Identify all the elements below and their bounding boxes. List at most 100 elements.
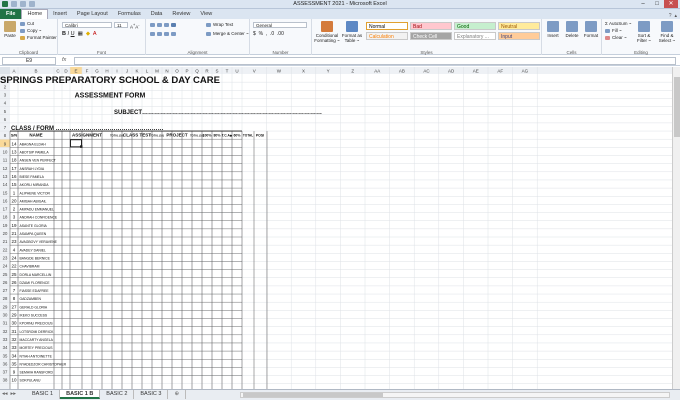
sheet-nav-arrows[interactable]: ◂◂ ▸▸ <box>2 391 16 397</box>
row-header[interactable]: 21 <box>3 239 8 244</box>
row-header[interactable]: 33 <box>3 337 8 342</box>
row-header[interactable]: 28 <box>3 296 8 301</box>
row-header[interactable]: 34 <box>3 345 8 350</box>
close-icon[interactable]: ✕ <box>664 0 678 8</box>
student-sn[interactable]: 34 <box>11 353 17 358</box>
row-header[interactable]: 38 <box>3 378 8 383</box>
student-name[interactable]: GERALD GLORIA <box>20 305 48 309</box>
student-sn[interactable]: 24 <box>11 255 17 260</box>
student-sn[interactable]: 22 <box>11 264 17 269</box>
column-header[interactable]: V <box>253 69 256 74</box>
row-header[interactable]: 17 <box>3 207 8 212</box>
paste-button[interactable]: Paste <box>2 21 18 38</box>
cell-style-normal[interactable]: Normal <box>366 22 408 30</box>
column-header[interactable]: W <box>277 69 282 74</box>
student-sn[interactable]: 35 <box>11 361 17 366</box>
student-sn[interactable]: 27 <box>11 304 17 309</box>
fill-color-icon[interactable]: ◆ <box>86 31 90 37</box>
student-sn[interactable]: 2 <box>13 207 16 212</box>
column-header[interactable]: Z <box>351 69 354 74</box>
fill-handle[interactable] <box>80 145 83 148</box>
column-header[interactable]: O <box>175 69 179 74</box>
tab-review[interactable]: Review <box>167 10 195 19</box>
conditional-formatting-button[interactable]: Conditional Formatting ~ <box>314 21 340 43</box>
row-header[interactable]: 37 <box>3 370 8 375</box>
sheet-tab-basic-1-b[interactable]: BASIC 1 B <box>60 390 101 399</box>
row-header[interactable]: 12 <box>3 166 8 171</box>
borders-icon[interactable]: ▦ <box>78 31 83 37</box>
italic-button[interactable]: I <box>68 31 70 37</box>
student-name[interactable]: BIESE PAMELA <box>20 175 45 179</box>
student-sn[interactable]: 8 <box>13 296 16 301</box>
column-header[interactable]: E <box>74 69 77 74</box>
name-box[interactable]: E9 <box>2 57 56 65</box>
fx-icon[interactable]: fx <box>62 57 66 63</box>
student-name[interactable]: ASANTE GLORIA <box>20 224 48 228</box>
row-header[interactable]: 16 <box>3 198 8 203</box>
column-header[interactable]: J <box>126 69 128 74</box>
vertical-scroll-thumb[interactable] <box>674 77 680 137</box>
font-name-select[interactable]: Calibri <box>62 22 112 28</box>
column-header[interactable]: T <box>226 69 229 74</box>
minimize-icon[interactable]: – <box>636 0 650 8</box>
indent-icon[interactable] <box>171 31 176 36</box>
insert-cells-button[interactable]: Insert <box>544 21 562 38</box>
student-name[interactable]: ANDRAH CONFIDENCE <box>20 216 58 220</box>
clear-button[interactable]: Clear ~ <box>605 35 627 41</box>
row-header[interactable]: 32 <box>3 329 8 334</box>
student-name[interactable]: BANGDE BERNICE <box>20 256 51 260</box>
student-name[interactable]: AMISAH ABIGAIL <box>20 199 47 203</box>
underline-button[interactable]: U <box>71 31 75 37</box>
column-header[interactable]: N <box>165 69 168 74</box>
student-sn[interactable]: 17 <box>11 166 17 171</box>
row-header[interactable]: 27 <box>3 288 8 293</box>
vertical-scrollbar[interactable] <box>672 67 680 389</box>
student-name[interactable]: LOTSROMI DERRICK <box>20 330 55 334</box>
format-painter-button[interactable]: Format Painter <box>20 35 57 41</box>
tab-page-layout[interactable]: Page Layout <box>72 10 113 19</box>
horizontal-scrollbar[interactable] <box>240 392 670 398</box>
student-name[interactable]: KPORNU PRECIOUS <box>20 322 54 326</box>
delete-cells-button[interactable]: Delete <box>563 21 581 38</box>
student-name[interactable]: NTIAH ANTOINETTE <box>20 354 53 358</box>
row-header[interactable]: 26 <box>3 280 8 285</box>
orientation-icon[interactable] <box>171 22 176 27</box>
student-sn[interactable]: 33 <box>11 345 17 350</box>
student-name[interactable]: AVADEY DANIEL <box>20 248 46 252</box>
format-cells-button[interactable]: Format <box>582 21 600 38</box>
sort-filter-button[interactable]: Sort & Filter ~ <box>634 21 654 43</box>
student-name[interactable]: AKORLI MIRANDA <box>20 183 50 187</box>
student-sn[interactable]: 7 <box>13 288 16 293</box>
column-header[interactable]: Q <box>195 69 199 74</box>
column-header[interactable]: F <box>86 69 89 74</box>
tab-view[interactable]: View <box>195 10 217 19</box>
student-name[interactable]: DORLA MARCELLIN <box>20 273 52 277</box>
column-header[interactable]: AG <box>522 69 529 74</box>
row-header[interactable]: 13 <box>3 174 8 179</box>
cut-button[interactable]: Cut <box>20 21 34 27</box>
cell-style-neutral[interactable]: Neutral <box>498 22 540 30</box>
student-name[interactable]: SEMAVA RANSFORD <box>20 371 54 375</box>
tab-file[interactable]: File <box>0 9 22 19</box>
student-name[interactable]: ALIPHENE VICTOR <box>20 191 51 195</box>
row-header[interactable]: 25 <box>3 272 8 277</box>
student-sn[interactable]: 3 <box>13 215 16 220</box>
column-header[interactable]: AB <box>399 69 405 74</box>
student-sn[interactable]: 14 <box>11 141 17 146</box>
bold-button[interactable]: B <box>62 31 66 37</box>
row-header[interactable]: 29 <box>3 304 8 309</box>
cell-style-good[interactable]: Good <box>454 22 496 30</box>
student-name[interactable]: MACCARTY ANGELA <box>20 338 54 342</box>
active-cell[interactable] <box>70 139 82 148</box>
copy-button[interactable]: Copy ~ <box>20 28 41 34</box>
student-name[interactable]: GADZAMBEN <box>20 297 42 301</box>
row-header[interactable]: 11 <box>3 158 8 163</box>
student-sn[interactable]: 19 <box>11 223 17 228</box>
column-header[interactable]: G <box>95 69 99 74</box>
tab-formulas[interactable]: Formulas <box>113 10 146 19</box>
student-sn[interactable]: 4 <box>13 247 16 252</box>
first-sheet-icon[interactable]: ◂◂ <box>2 391 8 397</box>
student-sn[interactable]: 31 <box>11 329 17 334</box>
align-left-icon[interactable] <box>150 31 155 36</box>
align-right-icon[interactable] <box>164 31 169 36</box>
